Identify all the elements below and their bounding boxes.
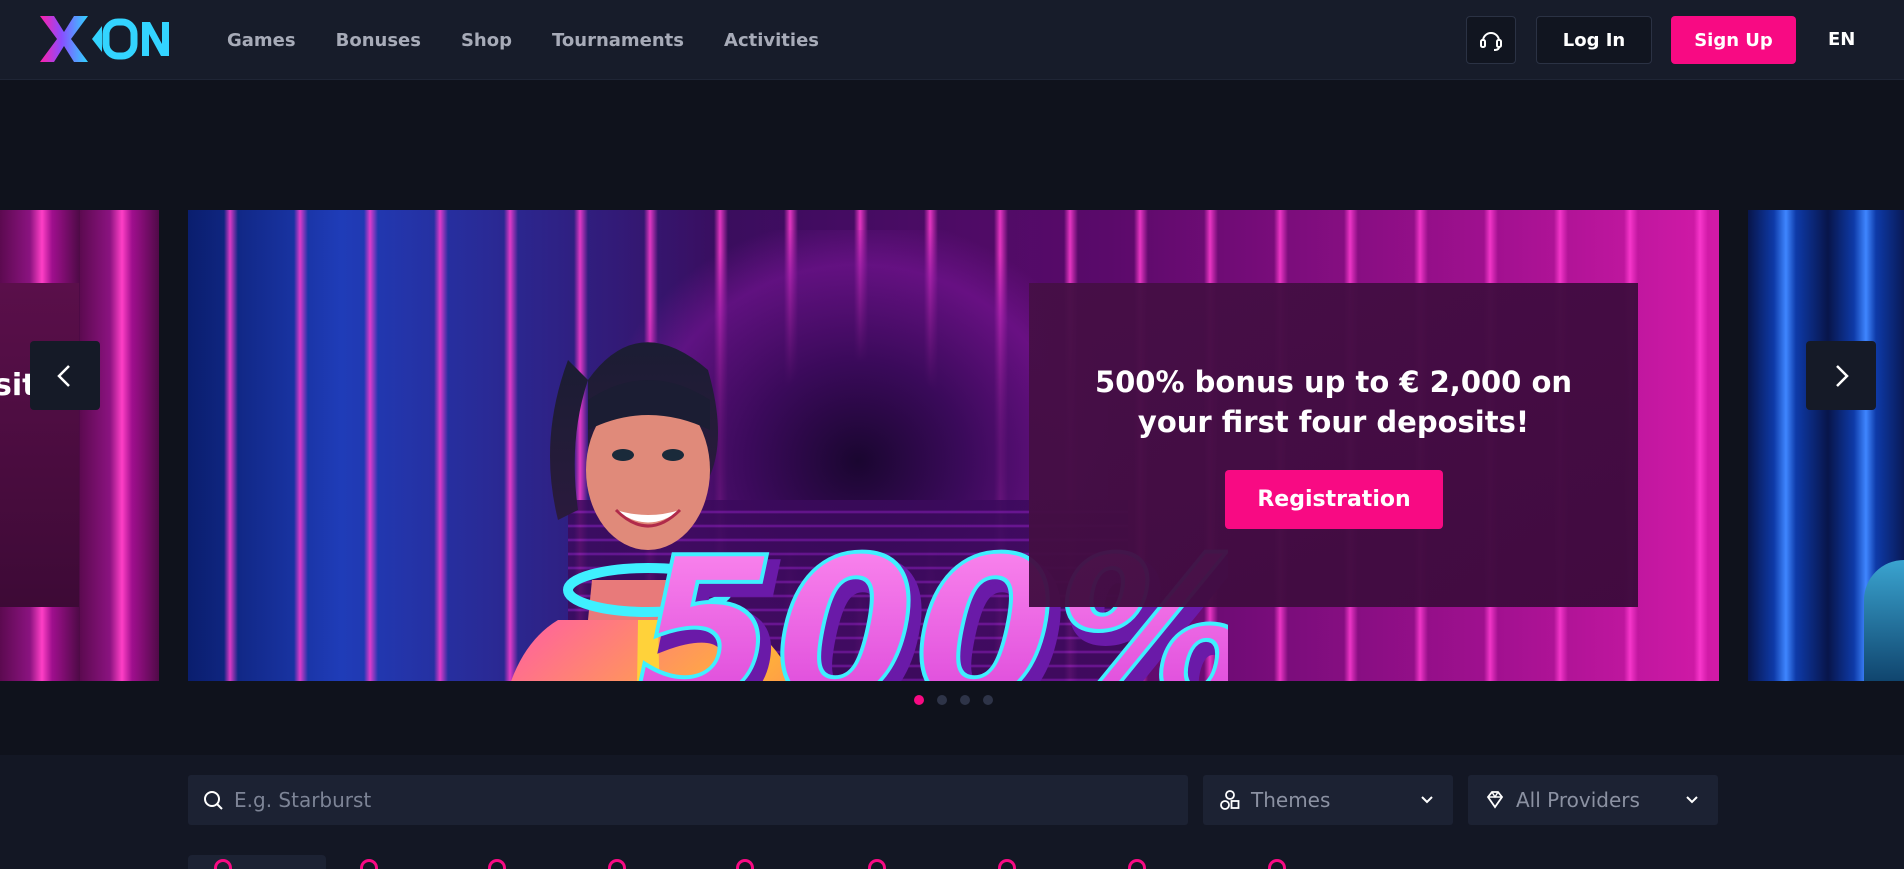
providers-dropdown[interactable]: All Providers (1468, 775, 1718, 825)
language-selector[interactable]: EN (1828, 0, 1855, 80)
headset-icon (1480, 32, 1502, 51)
carousel-slide-next[interactable] (1748, 210, 1904, 681)
category-icon[interactable] (1268, 859, 1286, 869)
carousel-prev-button[interactable] (30, 341, 100, 410)
nav-activities[interactable]: Activities (724, 30, 819, 51)
nav-bonuses[interactable]: Bonuses (336, 30, 421, 51)
search-input[interactable] (234, 788, 1134, 812)
category-icon[interactable] (608, 859, 626, 869)
login-button[interactable]: Log In (1536, 16, 1652, 64)
category-icon[interactable] (360, 859, 378, 869)
bonus-headline: 500% bonus up to € 2,000 on your first f… (1094, 365, 1573, 439)
carousel-next-button[interactable] (1806, 341, 1876, 410)
category-icon[interactable] (736, 859, 754, 869)
nav-shop[interactable]: Shop (461, 30, 512, 51)
search-icon (204, 791, 223, 810)
nav-games[interactable]: Games (227, 30, 296, 51)
carousel-slide-active[interactable]: 500% 500% 500% bonus up to € 2,000 on yo… (188, 210, 1719, 681)
slide-panel: sit (0, 283, 79, 607)
nav-tournaments[interactable]: Tournaments (552, 30, 684, 51)
carousel-slide-previous[interactable]: sit (0, 210, 159, 681)
chevron-down-icon (1686, 796, 1698, 804)
game-search-field[interactable] (188, 775, 1188, 825)
signup-button[interactable]: Sign Up (1671, 16, 1796, 64)
category-icon[interactable] (488, 859, 506, 869)
providers-label: All Providers (1516, 788, 1640, 812)
carousel-dot[interactable] (983, 695, 993, 705)
shapes-icon (1220, 790, 1240, 810)
registration-button[interactable]: Registration (1225, 470, 1443, 529)
chevron-left-icon (57, 364, 70, 387)
support-button[interactable] (1466, 16, 1516, 64)
category-icon[interactable] (998, 859, 1016, 869)
top-header: Games Bonuses Shop Tournaments Activitie… (0, 0, 1904, 80)
chevron-down-icon (1421, 796, 1433, 804)
main-nav: Games Bonuses Shop Tournaments Activitie… (227, 0, 859, 80)
diamond-icon (1486, 791, 1504, 809)
category-icon[interactable] (1128, 859, 1146, 869)
xon-logo[interactable] (38, 14, 172, 64)
game-category-tabs (188, 855, 1718, 869)
category-tab[interactable] (188, 855, 326, 869)
carousel-dots (914, 695, 1006, 705)
carousel-dot[interactable] (960, 695, 970, 705)
slide-figure (1864, 560, 1904, 681)
carousel-dot[interactable] (914, 695, 924, 705)
themes-dropdown[interactable]: Themes (1203, 775, 1453, 825)
chevron-right-icon (1836, 364, 1849, 387)
carousel-dot[interactable] (937, 695, 947, 705)
themes-label: Themes (1251, 788, 1331, 812)
category-icon[interactable] (868, 859, 886, 869)
bonus-panel: 500% bonus up to € 2,000 on your first f… (1029, 283, 1638, 607)
